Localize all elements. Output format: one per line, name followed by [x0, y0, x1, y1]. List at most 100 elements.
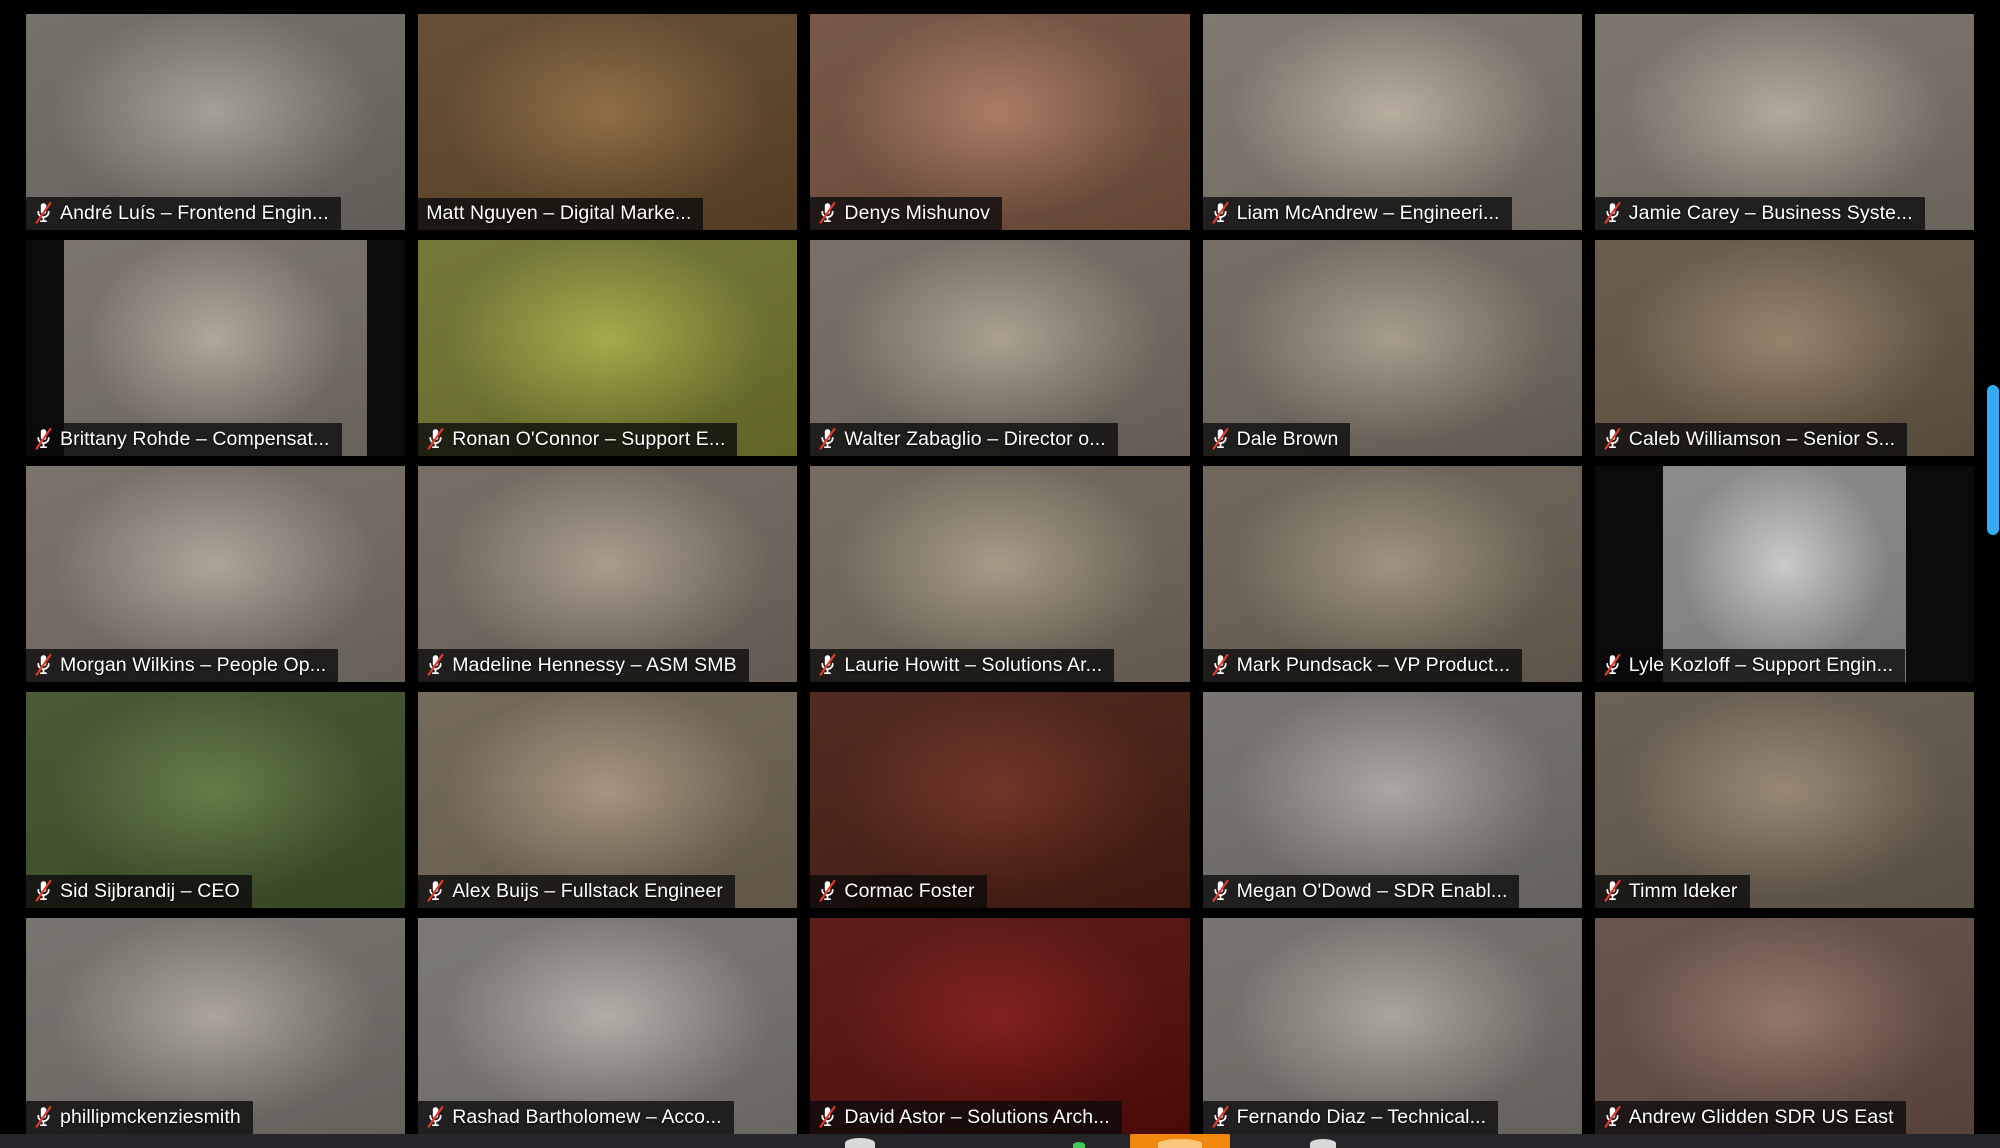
participant-name: Morgan Wilkins – People Op... — [60, 653, 327, 676]
participant-tile[interactable]: Laurie Howitt – Solutions Ar... — [810, 466, 1190, 682]
participant-tile[interactable]: Rashad Bartholomew – Acco... — [418, 918, 798, 1134]
gallery-scrollbar[interactable] — [1986, 0, 2000, 1132]
share-screen-button[interactable] — [1130, 1134, 1230, 1148]
participant-nameplate: Sid Sijbrandij – CEO — [26, 875, 252, 908]
mic-muted-icon — [1604, 427, 1621, 450]
participant-tile[interactable]: Andrew Glidden SDR US East — [1594, 918, 1974, 1134]
participant-name: Dale Brown — [1236, 427, 1339, 450]
mic-muted-icon — [1604, 879, 1621, 902]
participant-nameplate: Denys Mishunov — [810, 197, 1002, 230]
mic-muted-icon — [35, 879, 52, 902]
participant-tile[interactable]: Denys Mishunov — [810, 14, 1190, 230]
participant-name: Laurie Howitt – Solutions Ar... — [844, 653, 1103, 676]
participants-button[interactable] — [1310, 1139, 1336, 1148]
participant-nameplate: Alex Buijs – Fullstack Engineer — [418, 875, 735, 908]
participant-grid: André Luís – Frontend Engin... Matt Nguye… — [26, 14, 1974, 1134]
participant-nameplate: Megan O'Dowd – SDR Enabl... — [1202, 875, 1520, 908]
mic-muted-icon — [819, 879, 836, 902]
participant-tile[interactable]: André Luís – Frontend Engin... — [26, 14, 406, 230]
participant-nameplate: Brittany Rohde – Compensat... — [26, 423, 342, 456]
participant-name: Cormac Foster — [844, 879, 975, 902]
mic-muted-icon — [1212, 1105, 1229, 1128]
mic-muted-icon — [819, 1105, 836, 1128]
participant-name: Lyle Kozloff – Support Engin... — [1628, 653, 1894, 676]
mic-muted-icon — [1212, 653, 1229, 676]
share-screen-icon — [1158, 1139, 1202, 1148]
participant-name: David Astor – Solutions Arch... — [844, 1105, 1110, 1128]
participant-tile[interactable]: Morgan Wilkins – People Op... — [26, 466, 406, 682]
participant-name: Jamie Carey – Business Syste... — [1628, 201, 1913, 224]
participant-name: Madeline Hennessy – ASM SMB — [452, 653, 737, 676]
participant-nameplate: Lyle Kozloff – Support Engin... — [1594, 649, 1906, 682]
participant-tile[interactable]: Cormac Foster — [810, 692, 1190, 908]
meeting-toolbar[interactable] — [0, 1134, 2000, 1148]
participant-nameplate: Walter Zabaglio – Director o... — [810, 423, 1118, 456]
participant-name: Fernando Diaz – Technical... — [1236, 1105, 1487, 1128]
participant-name: Denys Mishunov — [844, 201, 990, 224]
participant-tile[interactable]: Fernando Diaz – Technical... — [1202, 918, 1582, 1134]
participant-name: Caleb Williamson – Senior S... — [1628, 427, 1896, 450]
gallery-scrollbar-thumb[interactable] — [1987, 385, 1999, 535]
participant-nameplate: Caleb Williamson – Senior S... — [1594, 423, 1908, 456]
participant-tile[interactable]: Dale Brown — [1202, 240, 1582, 456]
participant-tile[interactable]: Ronan O'Connor – Support E... — [418, 240, 798, 456]
participant-tile[interactable]: Mark Pundsack – VP Product... — [1202, 466, 1582, 682]
participant-tile[interactable]: Jamie Carey – Business Syste... — [1594, 14, 1974, 230]
participant-tile[interactable]: Caleb Williamson – Senior S... — [1594, 240, 1974, 456]
mic-muted-icon — [1604, 653, 1621, 676]
participant-tile[interactable]: Alex Buijs – Fullstack Engineer — [418, 692, 798, 908]
participant-tile[interactable]: phillipmckenziesmith — [26, 918, 406, 1134]
participant-name: Sid Sijbrandij – CEO — [60, 879, 240, 902]
meeting-gallery-view: André Luís – Frontend Engin... Matt Nguye… — [0, 0, 2000, 1148]
mute-button[interactable] — [845, 1138, 875, 1148]
mic-muted-icon — [1212, 879, 1229, 902]
participant-tile[interactable]: Sid Sijbrandij – CEO — [26, 692, 406, 908]
participant-tile[interactable]: Lyle Kozloff – Support Engin... — [1594, 466, 1974, 682]
participant-nameplate: Rashad Bartholomew – Acco... — [418, 1101, 734, 1134]
mic-muted-icon — [1604, 201, 1621, 224]
participant-nameplate: Fernando Diaz – Technical... — [1202, 1101, 1499, 1134]
mic-muted-icon — [1212, 427, 1229, 450]
mic-muted-icon — [427, 879, 444, 902]
mic-muted-icon — [427, 1105, 444, 1128]
participant-name: Alex Buijs – Fullstack Engineer — [452, 879, 723, 902]
mic-muted-icon — [35, 1105, 52, 1128]
participant-name: Brittany Rohde – Compensat... — [60, 427, 330, 450]
participant-name: Matt Nguyen – Digital Marke... — [426, 202, 692, 224]
participant-nameplate: phillipmckenziesmith — [26, 1101, 253, 1134]
mic-muted-icon — [819, 427, 836, 450]
participant-name: Walter Zabaglio – Director o... — [844, 427, 1106, 450]
start-video-button[interactable] — [1073, 1142, 1085, 1148]
participant-nameplate: Madeline Hennessy – ASM SMB — [418, 649, 749, 682]
mic-muted-icon — [35, 653, 52, 676]
participant-nameplate: Jamie Carey – Business Syste... — [1594, 197, 1925, 230]
participant-name: Rashad Bartholomew – Acco... — [452, 1105, 722, 1128]
participant-tile[interactable]: Walter Zabaglio – Director o... — [810, 240, 1190, 456]
participant-nameplate: Liam McAndrew – Engineeri... — [1202, 197, 1512, 230]
mic-muted-icon — [1212, 201, 1229, 224]
participant-name: Liam McAndrew – Engineeri... — [1236, 201, 1500, 224]
participant-tile[interactable]: Megan O'Dowd – SDR Enabl... — [1202, 692, 1582, 908]
participant-name: phillipmckenziesmith — [60, 1105, 241, 1128]
participant-nameplate: Ronan O'Connor – Support E... — [418, 423, 738, 456]
participant-name: Mark Pundsack – VP Product... — [1236, 653, 1511, 676]
mic-muted-icon — [1604, 1105, 1621, 1128]
participant-tile[interactable]: Brittany Rohde – Compensat... — [26, 240, 406, 456]
participant-tile[interactable]: David Astor – Solutions Arch... — [810, 918, 1190, 1134]
participant-nameplate: Mark Pundsack – VP Product... — [1202, 649, 1523, 682]
participant-nameplate: Morgan Wilkins – People Op... — [26, 649, 339, 682]
mic-muted-icon — [35, 427, 52, 450]
participant-nameplate: David Astor – Solutions Arch... — [810, 1101, 1122, 1134]
mic-muted-icon — [819, 201, 836, 224]
participant-tile[interactable]: Liam McAndrew – Engineeri... — [1202, 14, 1582, 230]
mic-muted-icon — [35, 201, 52, 224]
mic-muted-icon — [427, 427, 444, 450]
participant-tile[interactable]: Matt Nguyen – Digital Marke... — [418, 14, 798, 230]
participant-tile[interactable]: Timm Ideker — [1594, 692, 1974, 908]
participant-nameplate: Dale Brown — [1202, 423, 1351, 456]
participant-nameplate: Timm Ideker — [1594, 875, 1750, 908]
participant-name: Ronan O'Connor – Support E... — [452, 427, 726, 450]
participant-name: André Luís – Frontend Engin... — [60, 201, 329, 224]
participant-nameplate: Andrew Glidden SDR US East — [1594, 1101, 1906, 1134]
participant-tile[interactable]: Madeline Hennessy – ASM SMB — [418, 466, 798, 682]
